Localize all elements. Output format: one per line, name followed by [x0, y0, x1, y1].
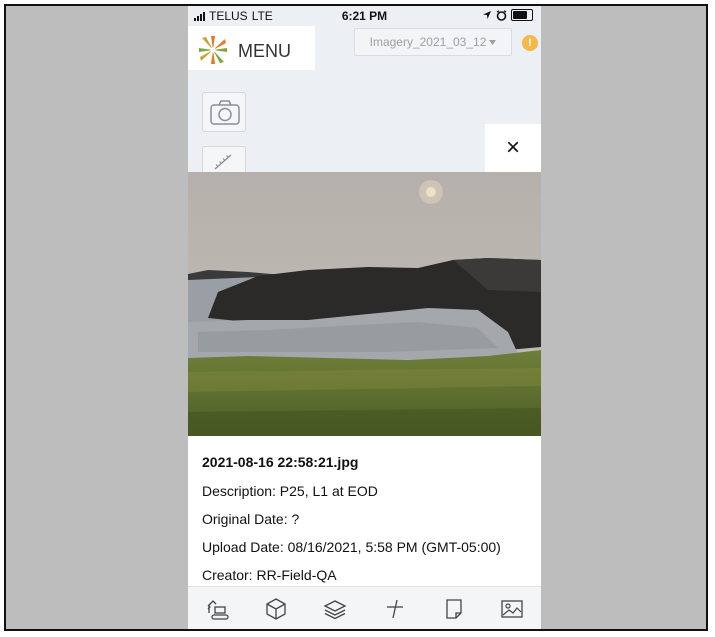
- chevron-down-icon: [489, 39, 497, 45]
- camera-icon: [210, 100, 240, 125]
- photo-original-date: Original Date: ?: [202, 511, 300, 527]
- battery-icon: [511, 9, 533, 21]
- status-icons: [482, 9, 533, 21]
- photo-filename: 2021-08-16 22:58:21.jpg: [202, 454, 359, 470]
- alert-icon[interactable]: !: [522, 35, 538, 51]
- photo-info-panel: 2021-08-16 22:58:21.jpg Description: P25…: [188, 436, 541, 586]
- site-photo: [188, 172, 541, 436]
- imagery-select[interactable]: Imagery_2021_03_12: [354, 28, 512, 56]
- excavator-icon[interactable]: [206, 597, 230, 621]
- menu-button[interactable]: MENU: [188, 26, 315, 70]
- screenshot-frame: TELUS LTE 6:21 PM MENU Imagery_2021_03_1…: [4, 4, 708, 631]
- layers-icon[interactable]: [323, 597, 347, 621]
- photo-upload-date: Upload Date: 08/16/2021, 5:58 PM (GMT-05…: [202, 539, 501, 555]
- cube-icon[interactable]: [264, 597, 288, 621]
- imagery-select-value: Imagery_2021_03_12: [369, 35, 487, 49]
- status-bar: TELUS LTE 6:21 PM: [188, 6, 541, 26]
- note-icon[interactable]: [442, 597, 466, 621]
- camera-button[interactable]: [202, 92, 246, 132]
- ruler-icon: [214, 154, 232, 170]
- menu-label: MENU: [238, 41, 291, 61]
- photo-creator: Creator: RR-Field-QA: [202, 567, 337, 583]
- logo-icon: [199, 36, 227, 64]
- ruler-button[interactable]: [202, 146, 246, 172]
- image-icon[interactable]: [500, 597, 524, 621]
- bottom-toolbar: [188, 586, 541, 629]
- alarm-icon: [496, 9, 507, 21]
- measure-icon[interactable]: [383, 597, 407, 621]
- photo-description: Description: P25, L1 at EOD: [202, 483, 378, 499]
- location-arrow-icon: [483, 11, 491, 19]
- close-button[interactable]: ×: [485, 124, 541, 172]
- phone-screen: TELUS LTE 6:21 PM MENU Imagery_2021_03_1…: [188, 6, 541, 629]
